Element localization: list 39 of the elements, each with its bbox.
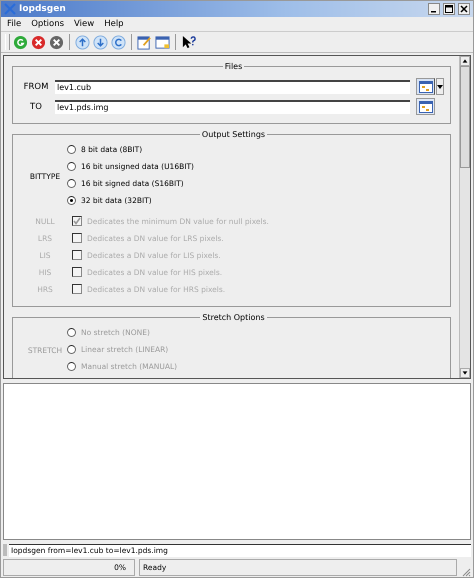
dropdown-button[interactable] bbox=[436, 78, 444, 95]
group-title: Output Settings bbox=[200, 130, 266, 139]
minimize-button[interactable] bbox=[428, 3, 440, 15]
group-title: Stretch Options bbox=[201, 313, 266, 322]
menu-item[interactable]: View bbox=[74, 19, 94, 29]
notepad-icon[interactable] bbox=[137, 34, 152, 50]
close-icon bbox=[460, 5, 468, 13]
scroll-down-icon[interactable] bbox=[460, 368, 470, 378]
scroll-up-icon[interactable] bbox=[460, 56, 470, 66]
radio-button[interactable] bbox=[67, 162, 76, 171]
resize-grip-icon[interactable] bbox=[461, 567, 471, 577]
browse-button[interactable] bbox=[416, 98, 435, 115]
window-icon bbox=[418, 80, 432, 92]
maximize-button[interactable] bbox=[443, 3, 455, 15]
stop-icon[interactable] bbox=[31, 34, 46, 50]
window-icon bbox=[418, 100, 432, 112]
file-path-field[interactable]: lev1.cub bbox=[55, 80, 410, 94]
window-title: Iopdsgen bbox=[19, 4, 66, 14]
menu-item[interactable]: Help bbox=[104, 19, 124, 29]
radio-button[interactable] bbox=[67, 179, 76, 188]
vertical-scrollbar[interactable] bbox=[459, 56, 470, 378]
group-title: Files bbox=[224, 62, 244, 71]
close-button[interactable] bbox=[458, 3, 470, 15]
browse-button[interactable] bbox=[416, 78, 435, 95]
maximize-icon bbox=[445, 5, 453, 13]
caret-icon bbox=[437, 84, 443, 88]
radio-button[interactable] bbox=[67, 145, 76, 154]
radio-button[interactable] bbox=[67, 196, 76, 205]
run-icon[interactable] bbox=[13, 34, 28, 50]
x-logo-icon bbox=[4, 3, 16, 15]
cancel-icon[interactable] bbox=[49, 34, 64, 50]
window-icon[interactable] bbox=[155, 34, 170, 50]
field-label: TO bbox=[29, 102, 43, 112]
menu-item[interactable]: File bbox=[7, 19, 22, 29]
field-label: FROM bbox=[23, 82, 49, 92]
menu-item[interactable]: Options bbox=[31, 19, 64, 29]
refresh-icon[interactable] bbox=[111, 34, 126, 50]
file-path-field[interactable]: lev1.pds.img bbox=[55, 100, 410, 114]
whats-this-cursor-icon[interactable] bbox=[181, 34, 196, 50]
